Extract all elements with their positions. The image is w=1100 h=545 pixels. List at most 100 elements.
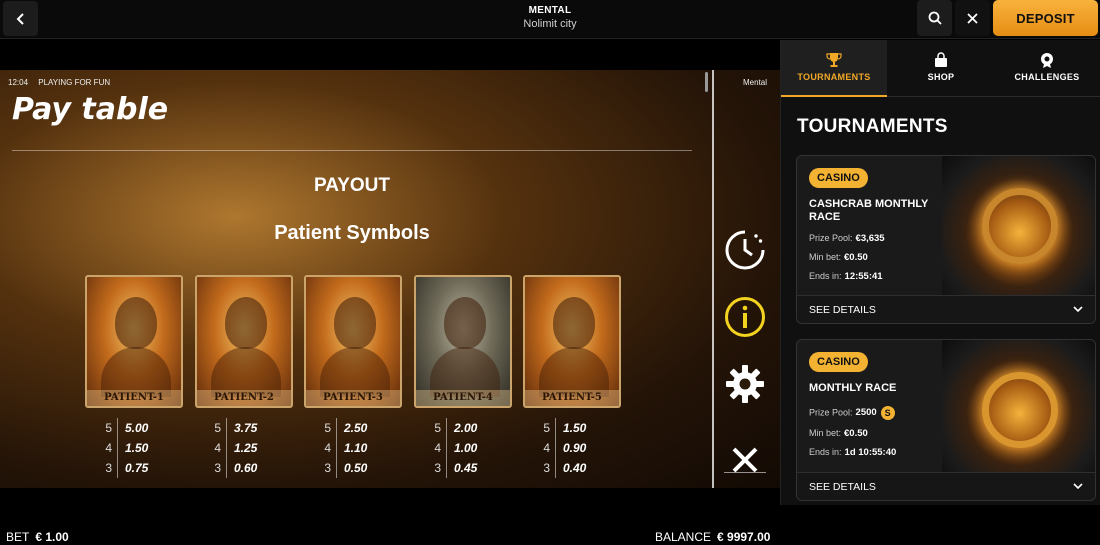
- patient-name: PATIENT-3: [306, 390, 400, 406]
- game-title-block: MENTAL Nolimit city: [450, 5, 650, 30]
- badge-icon: [1041, 53, 1053, 68]
- side-divider: [712, 70, 714, 488]
- payout-separator: [336, 418, 337, 438]
- shopping-bag-icon: [935, 52, 947, 67]
- payout-list-2: 5 3.75 4 1.25 3 0.60: [212, 418, 282, 478]
- back-button[interactable]: [3, 1, 38, 36]
- payout-value: 1.10: [344, 441, 368, 455]
- tournament-name: MONTHLY RACE: [809, 382, 897, 394]
- top-bar: MENTAL Nolimit city DEPOSIT: [0, 0, 1100, 39]
- payout-count: 5: [434, 421, 441, 435]
- payout-separator: [446, 458, 447, 478]
- tournament-card[interactable]: CASINO CASHCRAB MONTHLY RACE Prize Pool:…: [796, 155, 1096, 324]
- patient-name: PATIENT-2: [197, 390, 291, 406]
- patient-portrait: [225, 297, 267, 349]
- payout-list-5: 5 1.50 4 0.90 3 0.40: [541, 418, 611, 478]
- balance-display: BALANCE € 9997.00: [655, 530, 770, 544]
- min-bet-value: €0.50: [844, 428, 868, 439]
- settings-button[interactable]: [722, 361, 768, 407]
- scrollbar-thumb[interactable]: [705, 72, 708, 92]
- tournament-artwork: [942, 156, 1095, 295]
- tab-challenges[interactable]: CHALLENGES: [994, 40, 1100, 97]
- status-bar: BET € 1.00 BALANCE € 9997.00: [0, 528, 780, 545]
- patient-card-5: PATIENT-5: [523, 275, 621, 408]
- min-bet: Min bet: €0.50: [809, 252, 868, 263]
- patient-card-3: PATIENT-3: [304, 275, 402, 408]
- payout-count: 4: [214, 441, 221, 455]
- payout-value: 1.50: [125, 441, 149, 455]
- payout-value: 0.75: [125, 461, 149, 475]
- tournament-card[interactable]: CASINO MONTHLY RACE Prize Pool: 2500 S Min…: [796, 339, 1096, 501]
- patient-portrait: [444, 297, 486, 349]
- hud-mode: PLAYING FOR FUN: [38, 78, 111, 87]
- close-paytable-button[interactable]: [722, 437, 768, 483]
- prize-pool: Prize Pool: €3,635: [809, 233, 885, 244]
- payout-separator: [117, 438, 118, 458]
- patient-symbols-heading: Patient Symbols: [274, 222, 430, 244]
- payout-count: 5: [543, 421, 550, 435]
- hud-clock: 12:04: [8, 78, 29, 87]
- payout-value: 0.40: [563, 461, 587, 475]
- patient-card-1: PATIENT-1: [85, 275, 183, 408]
- game-title: MENTAL: [528, 5, 572, 16]
- payout-list-3: 5 2.50 4 1.10 3 0.50: [322, 418, 392, 478]
- trophy-icon: [826, 53, 842, 67]
- payout-value: 1.50: [563, 421, 587, 435]
- payout-list-1: 5 5.00 4 1.50 3 0.75: [103, 418, 173, 478]
- patient-card-4: PATIENT-4: [414, 275, 512, 408]
- payout-value: 1.25: [234, 441, 258, 455]
- chevron-down-icon: [1073, 306, 1083, 313]
- see-details-label: SEE DETAILS: [809, 304, 876, 316]
- hud-game-label: Mental: [743, 78, 768, 87]
- prize-pool-label: Prize Pool:: [809, 233, 853, 243]
- payout-row: 5 5.00: [103, 418, 173, 438]
- hud-status: 12:04 PLAYING FOR FUN: [8, 78, 118, 87]
- close-game-button[interactable]: [955, 0, 990, 36]
- history-button[interactable]: [722, 227, 768, 273]
- payout-row: 3 0.40: [541, 458, 611, 478]
- ends-in-value: 12:55:41: [844, 271, 883, 282]
- horseshoe-graphic: [982, 372, 1058, 448]
- paytable-title: Pay table: [12, 92, 169, 127]
- prize-pool: Prize Pool: 2500 S: [809, 406, 895, 420]
- payout-count: 5: [105, 421, 112, 435]
- tab-label: SHOP: [927, 72, 955, 82]
- ends-in: Ends in: 1d 10:55:40: [809, 447, 896, 458]
- coin-ring-graphic: [982, 188, 1058, 264]
- payout-count: 4: [434, 441, 441, 455]
- payout-separator: [555, 418, 556, 438]
- payout-list-4: 5 2.00 4 1.00 3 0.45: [432, 418, 502, 478]
- bet-value: € 1.00: [35, 530, 69, 544]
- see-details-row[interactable]: SEE DETAILS: [797, 472, 1095, 500]
- payout-row: 4 1.25: [212, 438, 282, 458]
- patient-name: PATIENT-1: [87, 390, 181, 406]
- coin-icon: S: [880, 406, 895, 420]
- see-details-row[interactable]: SEE DETAILS: [797, 295, 1095, 323]
- payout-value: 1.00: [454, 441, 478, 455]
- payout-separator: [226, 458, 227, 478]
- search-button[interactable]: [917, 0, 952, 36]
- payout-row: 4 0.90: [541, 438, 611, 458]
- payout-separator: [226, 438, 227, 458]
- tab-tournaments[interactable]: TOURNAMENTS: [781, 40, 887, 97]
- payout-value: 2.00: [454, 421, 478, 435]
- info-button[interactable]: [722, 294, 768, 340]
- category-badge: CASINO: [809, 168, 868, 188]
- bet-display: BET € 1.00: [6, 530, 69, 544]
- payout-row: 5 2.50: [322, 418, 392, 438]
- game-area: 12:04 PLAYING FOR FUN Mental Pay table P…: [0, 40, 780, 545]
- patient-portrait: [553, 297, 595, 349]
- payout-row: 3 0.50: [322, 458, 392, 478]
- payout-heading: PAYOUT: [313, 175, 391, 196]
- tab-label: TOURNAMENTS: [797, 72, 871, 82]
- ends-in: Ends in: 12:55:41: [809, 271, 883, 282]
- settings-gear-icon: [726, 365, 764, 403]
- payout-separator: [117, 458, 118, 478]
- close-x-icon: [732, 447, 758, 473]
- payout-count: 3: [214, 461, 221, 475]
- payout-count: 5: [324, 421, 331, 435]
- tab-shop[interactable]: SHOP: [888, 40, 994, 97]
- min-bet-label: Min bet:: [809, 252, 842, 262]
- patient-card-2: PATIENT-2: [195, 275, 293, 408]
- deposit-button[interactable]: DEPOSIT: [993, 0, 1098, 36]
